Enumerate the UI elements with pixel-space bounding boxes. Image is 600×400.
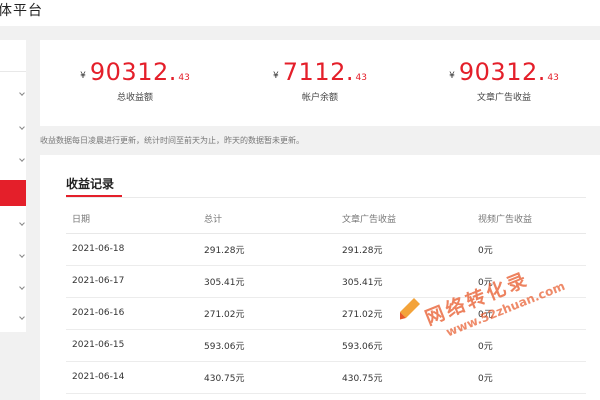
divider: [66, 197, 586, 198]
column-header-article-ad: 文章广告收益: [342, 205, 478, 234]
cell-article-ad: 593.06元: [342, 329, 478, 362]
amount-decimal: 43: [355, 73, 367, 83]
column-header-video-ad: 视频广告收益: [478, 205, 586, 234]
sidebar-item-3[interactable]: [0, 150, 26, 172]
cell-total: 305.41元: [204, 265, 342, 298]
stat-amount: ¥90312. 43: [449, 58, 559, 86]
sidebar-item-7[interactable]: [0, 278, 26, 300]
records-table: 日期 总计 文章广告收益 视频广告收益 2021-06-18 291.28元 2…: [66, 205, 586, 394]
chevron-down-icon: [19, 284, 25, 290]
update-note: 收益数据每日凌晨进行更新，统计时间至前天为止，昨天的数据暂未更新。: [40, 136, 304, 145]
cell-date: 2021-06-17: [66, 265, 204, 298]
chevron-down-icon: [19, 314, 25, 320]
chevron-down-icon: [19, 124, 25, 130]
table-row: 2021-06-14 430.75元 430.75元 0元: [66, 361, 586, 394]
sidebar-item-5[interactable]: [0, 214, 26, 236]
stat-amount: ¥90312. 43: [80, 58, 190, 86]
cell-article-ad: 430.75元: [342, 361, 478, 394]
cell-article-ad: 291.28元: [342, 233, 478, 266]
cell-article-ad: 271.02元: [342, 297, 478, 330]
stat-label: 文章广告收益: [476, 93, 531, 103]
sidebar-item-6[interactable]: [0, 246, 26, 268]
chevron-down-icon: [19, 220, 25, 226]
amount-decimal: 43: [547, 73, 559, 83]
table-row: 2021-06-18 291.28元 291.28元 0元: [66, 233, 586, 266]
amount-integer: 90312: [458, 58, 538, 86]
chevron-down-icon: [19, 252, 25, 258]
cell-total: 291.28元: [204, 233, 342, 266]
sidebar-item-1[interactable]: [0, 84, 26, 106]
cell-video-ad: 0元: [478, 297, 586, 330]
stat-account-balance: ¥7112. 43 帐户余额: [240, 58, 400, 103]
cell-video-ad: 0元: [478, 329, 586, 362]
cell-date: 2021-06-18: [66, 233, 204, 266]
cell-video-ad: 0元: [478, 233, 586, 266]
table-row: 2021-06-17 305.41元 305.41元 0元: [66, 265, 586, 298]
chevron-down-icon: [19, 156, 25, 162]
stat-label: 总收益额: [116, 93, 153, 103]
chevron-down-icon: [19, 90, 25, 96]
cell-video-ad: 0元: [478, 361, 586, 394]
cell-total: 430.75元: [204, 361, 342, 394]
stat-total-income: ¥90312. 43 总收益额: [55, 58, 215, 103]
sidebar-top-block[interactable]: [0, 40, 26, 72]
cell-article-ad: 305.41元: [342, 265, 478, 298]
currency-symbol: ¥: [273, 71, 279, 81]
amount-integer: 7112: [282, 58, 346, 86]
sidebar-item-8[interactable]: [0, 308, 26, 330]
top-bar: 体平台: [0, 0, 600, 26]
currency-symbol: ¥: [80, 71, 86, 81]
table-row: 2021-06-16 271.02元 271.02元 0元: [66, 297, 586, 330]
cell-date: 2021-06-14: [66, 361, 204, 394]
column-header-date: 日期: [66, 205, 204, 234]
table-header-row: 日期 总计 文章广告收益 视频广告收益: [66, 205, 586, 234]
amount-integer: 90312: [89, 58, 169, 86]
stat-label: 帐户余额: [301, 93, 338, 103]
table-row: 2021-06-15 593.06元 593.06元 0元: [66, 329, 586, 362]
stat-amount: ¥7112. 43: [273, 58, 367, 86]
stats-panel: ¥90312. 43 总收益额 ¥7112. 43 帐户余额 ¥90312. 43 文…: [40, 40, 600, 126]
cell-date: 2021-06-15: [66, 329, 204, 362]
sidebar-item-2[interactable]: [0, 118, 26, 140]
cell-video-ad: 0元: [478, 265, 586, 298]
cell-date: 2021-06-16: [66, 297, 204, 330]
amount-decimal: 43: [178, 73, 190, 83]
stat-article-ad-income: ¥90312. 43 文章广告收益: [424, 58, 584, 103]
platform-title: 体平台: [0, 3, 43, 19]
records-panel: 收益记录 日期 总计 文章广告收益 视频广告收益 2021-06-18 291.…: [40, 155, 600, 400]
currency-symbol: ¥: [449, 71, 455, 81]
cell-total: 271.02元: [204, 297, 342, 330]
records-title[interactable]: 收益记录: [66, 175, 114, 192]
sidebar-item-active[interactable]: [0, 180, 26, 206]
cell-total: 593.06元: [204, 329, 342, 362]
column-header-total: 总计: [204, 205, 342, 234]
